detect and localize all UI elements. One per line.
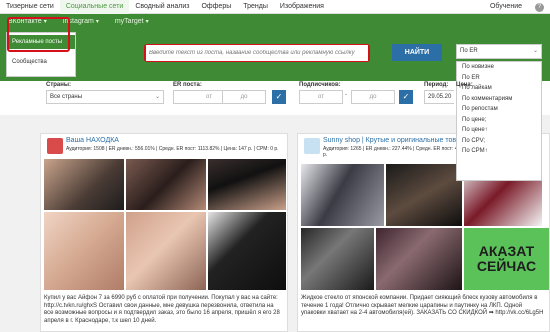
post-text: Жидкое стекло от японской компании. Прид… <box>301 295 544 316</box>
promo-banner[interactable]: АКАЗАТ СЕЙЧАС <box>464 228 549 290</box>
avatar[interactable] <box>304 138 320 154</box>
community-name[interactable]: Ваша НАХОДКА <box>66 137 119 144</box>
chevron-down-icon: ▾ <box>95 19 99 25</box>
avatar[interactable] <box>47 138 63 154</box>
sort-option-comments[interactable]: По комментариям <box>457 94 541 105</box>
post-photo[interactable] <box>208 212 286 290</box>
post-photo[interactable] <box>44 212 124 290</box>
er-to-field[interactable]: до <box>222 90 266 104</box>
chevron-down-icon: ⌄ <box>532 48 538 54</box>
post-card: Ваша НАХОДКА Аудитория: 1508 | ER дневн.… <box>40 133 288 332</box>
post-photo[interactable] <box>208 159 286 210</box>
subscribers-to-input[interactable]: до <box>351 90 395 104</box>
sort-option-price-asc[interactable]: По цене↑ <box>457 125 541 136</box>
country-value: Все страны <box>50 94 83 100</box>
training-link[interactable]: Обучение <box>490 0 522 14</box>
price-label: Цена: <box>456 82 473 88</box>
menu-item-communities[interactable]: Сообщества <box>7 55 75 69</box>
tab-trends[interactable]: Тренды <box>237 0 274 14</box>
subscribers-label: Подписчиков: <box>299 82 341 88</box>
period-input[interactable]: 29.05.20 <box>424 90 454 104</box>
sort-option-price-desc[interactable]: По цене; <box>457 115 541 126</box>
tab-teaser-networks[interactable]: Тизерные сети <box>0 0 60 14</box>
community-name[interactable]: Sunny shop | Крутые и оригинальные товар… <box>323 137 469 144</box>
subnav-mytarget-label: myTarget <box>114 18 144 25</box>
er-to-label: до <box>240 94 248 100</box>
post-photo[interactable] <box>386 164 462 226</box>
find-button[interactable]: НАЙТИ <box>392 44 442 61</box>
community-stats: Аудитория: 1508 | ER дневн.: 556.01% | С… <box>66 146 279 152</box>
sort-option-reposts[interactable]: По репостам <box>457 104 541 115</box>
er-label: ER поста: <box>173 82 202 88</box>
tab-summary-analysis[interactable]: Сводный анализ <box>129 0 195 14</box>
help-icon[interactable]: ? <box>535 3 544 12</box>
highlight-box-vkontakte <box>7 17 70 52</box>
sort-select[interactable]: По ER ⌄ <box>456 44 542 59</box>
subscribers-apply-button[interactable]: ✓ <box>399 90 413 104</box>
sort-selected-value: По ER <box>460 48 478 54</box>
chevron-down-icon: ⌄ <box>154 94 160 100</box>
chevron-down-icon: ▾ <box>145 19 149 25</box>
sort-options-menu: По новизне По ER По лайкам По комментари… <box>456 61 542 181</box>
sort-option-cpm[interactable]: По CPM↑ <box>457 146 541 157</box>
period-label: Период: <box>424 82 449 88</box>
tab-images[interactable]: Изображения <box>274 0 330 14</box>
range-dash: - <box>345 92 347 98</box>
subscribers-from-input[interactable]: от <box>299 90 343 104</box>
search-input[interactable] <box>146 45 368 61</box>
post-photo[interactable] <box>301 164 384 226</box>
country-select[interactable]: Все страны ⌄ <box>46 90 164 104</box>
post-photo[interactable] <box>126 159 206 210</box>
post-photo[interactable] <box>301 228 374 290</box>
promo-banner-text: АКАЗАТ СЕЙЧАС <box>476 243 537 274</box>
post-photo[interactable] <box>376 228 462 290</box>
post-photo[interactable] <box>126 212 206 290</box>
country-label: Страны: <box>46 82 72 88</box>
subnav-mytarget[interactable]: myTarget ▾ <box>107 16 157 28</box>
tab-offers[interactable]: Офферы <box>195 0 237 14</box>
sort-option-newest[interactable]: По новизне <box>457 62 541 73</box>
post-photo[interactable] <box>44 159 124 210</box>
post-text: Купил у вас Айфон 7 за 6990 руб с оплато… <box>44 295 280 324</box>
sort-option-cpv[interactable]: По CPV; <box>457 136 541 147</box>
tab-social-networks[interactable]: Социальные сети <box>59 0 130 14</box>
top-navigation: Тизерные сети Социальные сети Сводный ан… <box>0 0 550 14</box>
er-apply-button[interactable]: ✓ <box>272 90 286 104</box>
